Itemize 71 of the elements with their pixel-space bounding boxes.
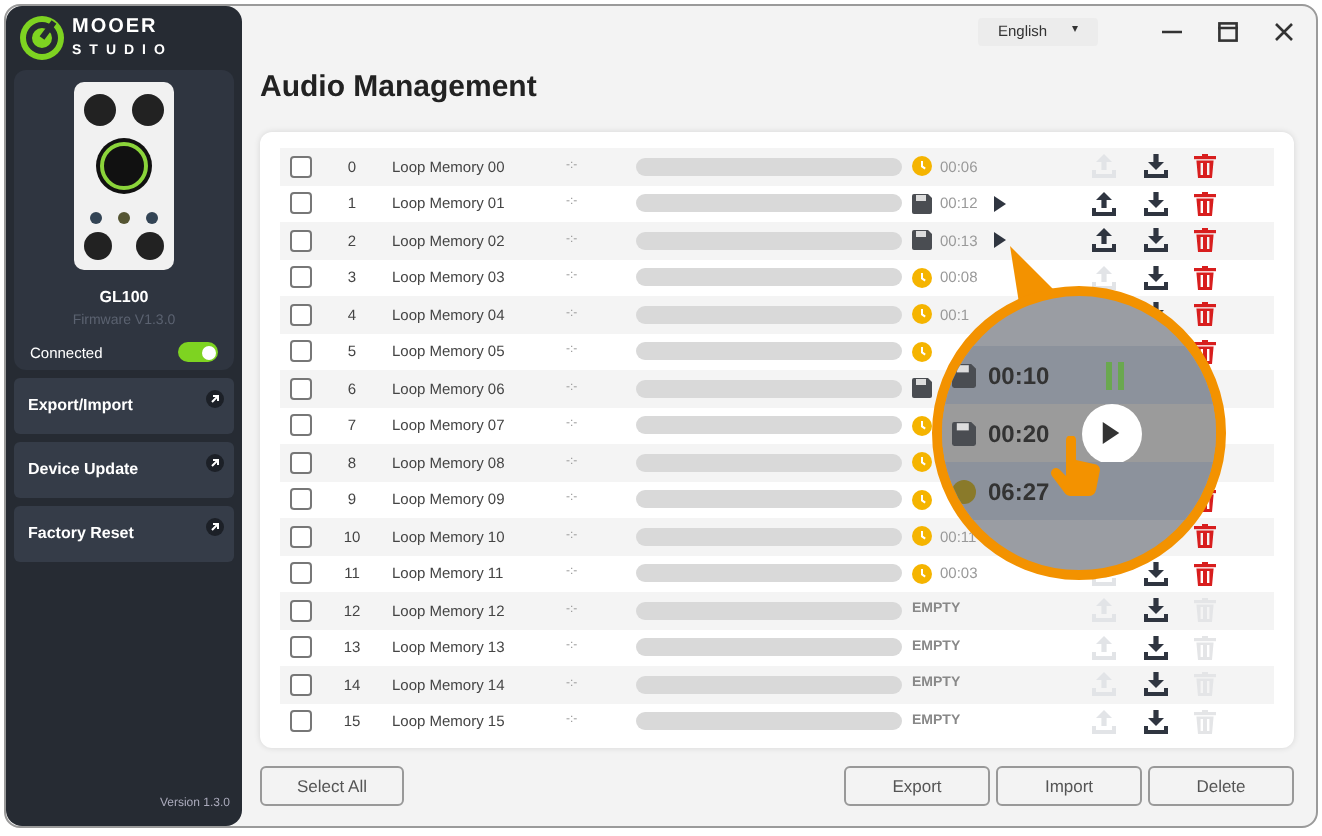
sidebar-item[interactable]: Factory Reset bbox=[14, 505, 234, 562]
close-icon[interactable] bbox=[1274, 21, 1294, 41]
play-icon[interactable] bbox=[992, 195, 1008, 212]
action-button[interactable]: Export bbox=[844, 766, 990, 806]
arrow-icon bbox=[206, 517, 224, 536]
device-name: GL100 bbox=[99, 286, 149, 310]
row-checkbox[interactable] bbox=[290, 377, 312, 400]
maximize-icon[interactable] bbox=[1218, 21, 1238, 41]
row-checkbox[interactable] bbox=[290, 451, 312, 474]
download-icon[interactable] bbox=[1144, 561, 1168, 586]
row-checkbox[interactable] bbox=[290, 340, 312, 363]
download-icon[interactable] bbox=[1144, 265, 1168, 290]
clock-icon bbox=[912, 267, 932, 288]
select-all-button[interactable]: Select All bbox=[260, 766, 404, 806]
row-checkbox[interactable] bbox=[290, 525, 312, 548]
row-checkbox[interactable] bbox=[290, 229, 312, 252]
row-checkbox[interactable] bbox=[290, 488, 312, 511]
row-checkbox[interactable] bbox=[290, 303, 312, 326]
row-checkbox[interactable] bbox=[290, 710, 312, 733]
download-icon[interactable] bbox=[1144, 709, 1168, 734]
clock-icon bbox=[912, 489, 932, 510]
row-checkbox[interactable] bbox=[290, 155, 312, 178]
download-icon[interactable] bbox=[1144, 672, 1168, 697]
download-icon[interactable] bbox=[1144, 154, 1168, 179]
action-button[interactable]: Import bbox=[996, 766, 1142, 806]
clock-icon bbox=[912, 415, 932, 436]
page-title: Audio Management bbox=[260, 68, 539, 108]
trash-icon[interactable] bbox=[1194, 228, 1216, 253]
trash-icon[interactable] bbox=[1194, 265, 1216, 290]
floppy-icon bbox=[952, 421, 976, 445]
row-checkbox[interactable] bbox=[290, 673, 312, 696]
action-button[interactable]: Delete bbox=[1148, 766, 1294, 806]
floppy-icon bbox=[912, 193, 932, 214]
pointer-hand-icon bbox=[1050, 436, 1102, 500]
sidebar-item[interactable]: Device Update bbox=[14, 441, 234, 498]
trash-icon[interactable] bbox=[1194, 302, 1216, 327]
arrow-icon bbox=[206, 389, 224, 408]
sidebar-item[interactable]: Export/Import bbox=[14, 377, 234, 434]
clock-icon bbox=[912, 526, 932, 547]
loop-duration: 06:27 bbox=[988, 475, 1050, 509]
row-checkbox[interactable] bbox=[290, 636, 312, 659]
connection-toggle[interactable] bbox=[178, 342, 218, 363]
download-icon[interactable] bbox=[1144, 191, 1168, 216]
trash-icon[interactable] bbox=[1194, 191, 1216, 216]
clock-icon bbox=[912, 156, 932, 177]
row-checkbox[interactable] bbox=[290, 266, 312, 289]
download-icon[interactable] bbox=[1144, 228, 1168, 253]
trash-icon[interactable] bbox=[1194, 561, 1216, 586]
download-icon[interactable] bbox=[1144, 598, 1168, 623]
download-icon[interactable] bbox=[1144, 635, 1168, 660]
trash-icon[interactable] bbox=[1194, 524, 1216, 549]
upload-icon[interactable] bbox=[1092, 228, 1116, 253]
logo-icon bbox=[20, 16, 64, 60]
play-icon[interactable] bbox=[992, 232, 1008, 249]
trash-icon[interactable] bbox=[1194, 154, 1216, 179]
clock-icon bbox=[952, 479, 976, 503]
upload-icon[interactable] bbox=[1092, 191, 1116, 216]
floppy-icon bbox=[952, 363, 976, 387]
clock-icon bbox=[912, 563, 932, 584]
row-checkbox[interactable] bbox=[290, 599, 312, 622]
clock-icon bbox=[912, 304, 932, 325]
floppy-icon bbox=[912, 230, 932, 251]
row-checkbox[interactable] bbox=[290, 562, 312, 585]
row-checkbox[interactable] bbox=[290, 192, 312, 215]
row-checkbox[interactable] bbox=[290, 414, 312, 437]
clock-icon bbox=[912, 452, 932, 473]
arrow-icon bbox=[206, 453, 224, 472]
brand-name: MOOER bbox=[72, 18, 160, 38]
play-button[interactable] bbox=[1081, 403, 1142, 463]
floppy-icon bbox=[912, 378, 932, 399]
clock-icon bbox=[912, 341, 932, 362]
